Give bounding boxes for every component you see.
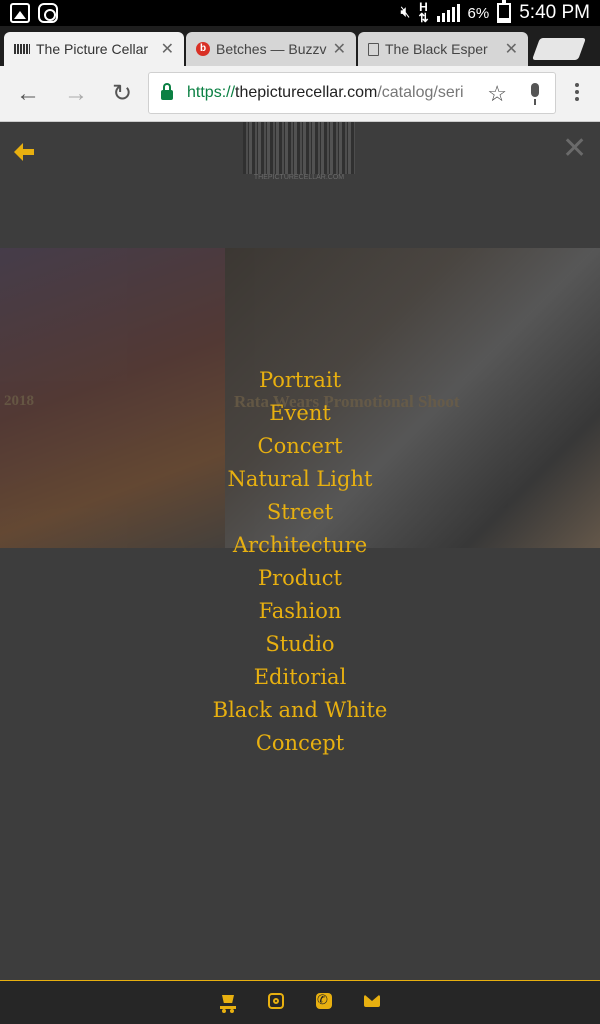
signal-icon	[436, 4, 460, 22]
forward-icon[interactable]: →	[64, 80, 88, 108]
back-arrow-icon[interactable]	[12, 140, 36, 164]
logo-caption: THEPICTURECELLAR.COM	[253, 174, 345, 181]
tab-the-black-esper[interactable]: The Black Esper ✕	[358, 32, 528, 66]
page-content: THEPICTURECELLAR.COM 2018 Rata Wears Pro…	[0, 122, 600, 980]
url-host: thepicturecellar.com	[235, 84, 378, 101]
category-black-and-white[interactable]: Black and White	[0, 696, 600, 729]
phone-icon[interactable]	[316, 992, 332, 1009]
category-product[interactable]: Product	[0, 564, 600, 597]
category-menu: Portrait Event Concert Natural Light Str…	[0, 366, 600, 762]
category-studio[interactable]: Studio	[0, 630, 600, 663]
clock: 5:40 PM	[519, 2, 590, 23]
back-icon[interactable]: ←	[16, 80, 40, 108]
instagram-notification-icon	[38, 3, 58, 23]
gallery-notification-icon	[10, 3, 30, 23]
category-fashion[interactable]: Fashion	[0, 597, 600, 630]
tab-title: The Black Esper	[385, 41, 488, 57]
url-scheme: https://	[187, 84, 236, 101]
category-portrait[interactable]: Portrait	[0, 366, 600, 399]
tab-the-picture-cellar[interactable]: The Picture Cellar ✕	[4, 32, 184, 66]
battery-icon	[497, 0, 512, 23]
category-editorial[interactable]: Editorial	[0, 663, 600, 696]
lock-icon	[161, 83, 173, 100]
new-tab-button[interactable]	[531, 38, 587, 60]
tab-strip: The Picture Cellar ✕ b Betches — Buzzv ✕…	[0, 26, 600, 66]
category-natural-light[interactable]: Natural Light	[0, 465, 600, 498]
barcode-logo-icon	[243, 122, 355, 174]
category-street[interactable]: Street	[0, 498, 600, 531]
page-icon	[368, 42, 379, 56]
battery-percent: 6%	[467, 4, 490, 22]
tab-title: Betches — Buzzv	[216, 41, 327, 57]
mail-icon[interactable]	[364, 995, 380, 1007]
reload-icon[interactable]: ↻	[112, 80, 132, 108]
tab-title: The Picture Cellar	[36, 41, 149, 57]
category-architecture[interactable]: Architecture	[0, 531, 600, 564]
network-type-icon: H ⇅	[418, 0, 429, 25]
category-concept[interactable]: Concept	[0, 729, 600, 762]
browser-toolbar: ← → ↻ https://thepicturecellar.com/catal…	[0, 66, 600, 122]
footer	[0, 980, 600, 1024]
url-path: /catalog/seri	[377, 84, 464, 101]
tab-betches[interactable]: b Betches — Buzzv ✕	[186, 32, 356, 66]
b-icon: b	[196, 42, 210, 56]
cart-icon[interactable]	[220, 993, 236, 1013]
overflow-menu-icon[interactable]	[570, 80, 584, 108]
status-bar: 🔇︎ H ⇅ 6% 5:40 PM	[0, 0, 600, 26]
bookmark-star-icon[interactable]: ☆	[483, 81, 507, 107]
close-menu-icon[interactable]: ✕	[562, 134, 587, 164]
category-event[interactable]: Event	[0, 399, 600, 432]
microphone-icon[interactable]	[523, 81, 547, 107]
close-tab-icon[interactable]: ✕	[505, 39, 518, 59]
mute-icon: 🔇︎	[400, 4, 411, 21]
barcode-icon	[14, 44, 30, 54]
url-bar[interactable]: https://thepicturecellar.com/catalog/ser…	[148, 72, 556, 114]
site-logo[interactable]: THEPICTURECELLAR.COM	[243, 122, 355, 184]
close-tab-icon[interactable]: ✕	[333, 39, 346, 59]
close-tab-icon[interactable]: ✕	[161, 39, 174, 59]
instagram-icon[interactable]	[268, 993, 284, 1009]
category-concert[interactable]: Concert	[0, 432, 600, 465]
